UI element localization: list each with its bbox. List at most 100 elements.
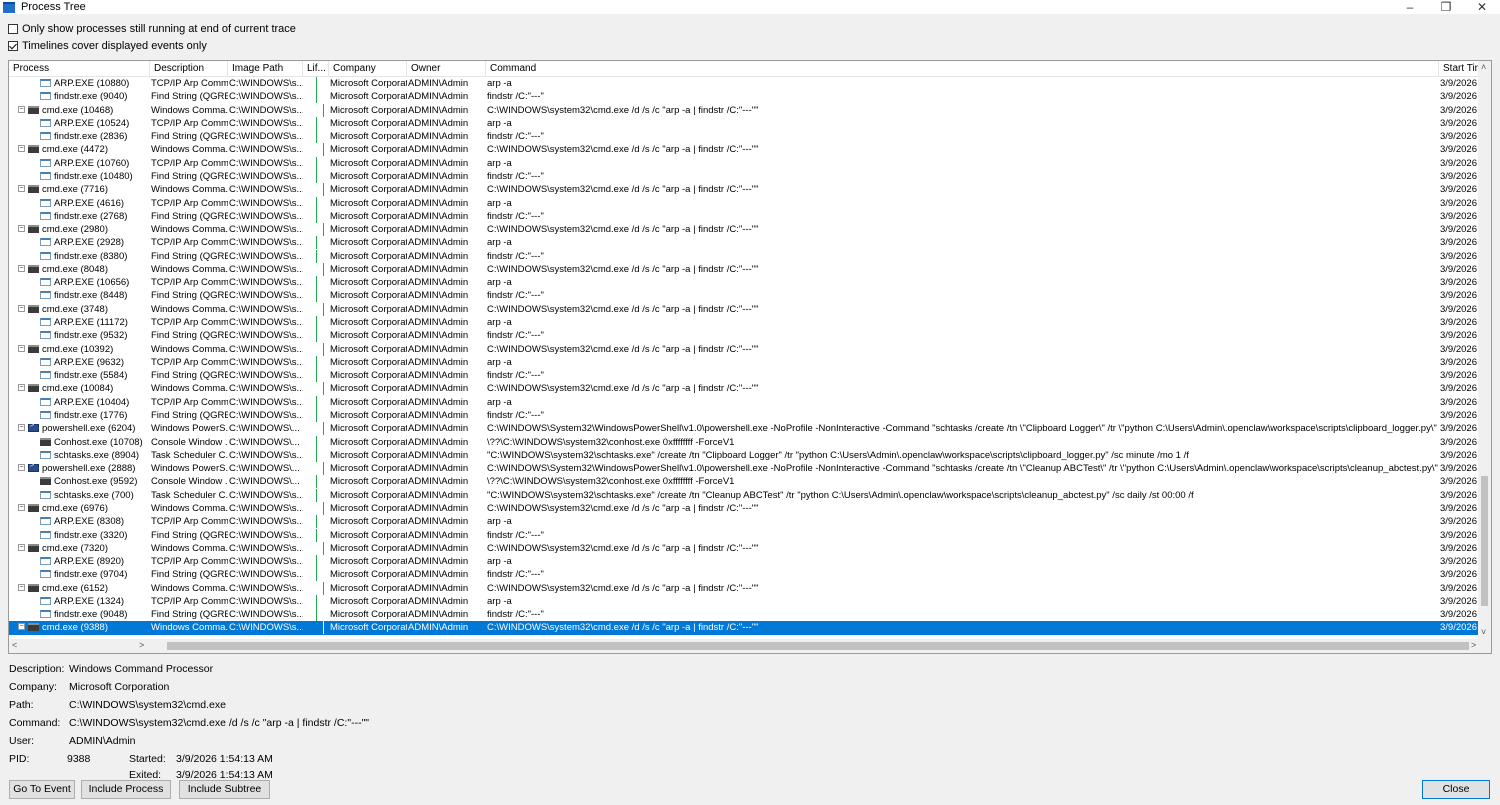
cell-command: C:\WINDOWS\system32\cmd.exe /d /s /c "ar… [487, 383, 759, 395]
cell-company: Microsoft Corporat... [330, 396, 407, 408]
table-row[interactable]: − cmd.exe (6976) Windows Comma... C:\WINDOW… [9, 501, 1479, 515]
cell-process: findstr.exe (9040) [54, 91, 128, 103]
table-row[interactable]: − cmd.exe (6152) Windows Comma... C:\WINDOW… [9, 581, 1479, 595]
collapse-icon[interactable]: − [18, 185, 25, 193]
table-row[interactable]: − cmd.exe (10468) Windows Comma... C:\WINDO… [9, 103, 1479, 117]
scroll-down-icon[interactable]: ˅ [1481, 627, 1486, 637]
collapse-icon[interactable]: − [18, 543, 25, 551]
cell-command: arp -a [487, 556, 512, 568]
restore-icon[interactable]: ❐ [1428, 0, 1464, 14]
table-row[interactable]: − cmd.exe (7716) Windows Comma... C:\WINDOW… [9, 183, 1479, 197]
column-header-start-time[interactable]: Start Time [1439, 61, 1479, 76]
scroll-right-icon[interactable]: ˃ [1471, 640, 1476, 650]
table-row[interactable]: − cmd.exe (8048) Windows Comma... C:\WINDOW… [9, 262, 1479, 276]
table-row[interactable]: findstr.exe (8448) Find String (QGRE...C:… [9, 289, 1479, 303]
table-row[interactable]: − cmd.exe (10392) Windows Comma... C:\WINDO… [9, 342, 1479, 356]
table-row[interactable]: ARP.EXE (10880) TCP/IP Arp Comm...C:\WIND… [9, 77, 1479, 90]
collapse-icon[interactable]: − [18, 105, 25, 113]
collapse-icon[interactable]: − [18, 384, 25, 392]
table-row[interactable]: findstr.exe (5584) Find String (QGRE...C:… [9, 369, 1479, 383]
scroll-left-icon[interactable]: ˂ [12, 640, 17, 650]
table-row[interactable]: ARP.EXE (10656) TCP/IP Arp Comm...C:\WIND… [9, 276, 1479, 290]
table-row[interactable]: findstr.exe (9040) Find String (QGRE...C:… [9, 90, 1479, 104]
column-header-lifetime[interactable]: Lif... [303, 61, 329, 76]
include-subtree-button[interactable]: Include Subtree [179, 780, 270, 799]
table-row[interactable]: schtasks.exe (700) Task Scheduler C... C:\… [9, 488, 1479, 502]
table-row[interactable]: Conhost.exe (9592) Console Window ... C:\W… [9, 475, 1479, 489]
lifetime-bar [316, 475, 317, 489]
collapse-icon[interactable]: − [18, 424, 25, 432]
vertical-scrollbar[interactable]: ˄ ˅ [1478, 61, 1491, 639]
collapse-icon[interactable]: − [18, 623, 25, 631]
table-row[interactable]: findstr.exe (9704) Find String (QGRE...C:… [9, 568, 1479, 582]
scroll-left-frozen-icon[interactable]: ˃ [139, 640, 144, 650]
table-row[interactable]: findstr.exe (9532) Find String (QGRE...C:… [9, 329, 1479, 343]
timelines-option[interactable]: Timelines cover displayed events only [8, 39, 207, 53]
table-row[interactable]: findstr.exe (8380) Find String (QGRE...C:… [9, 249, 1479, 263]
table-row[interactable]: ARP.EXE (10404) TCP/IP Arp Comm...C:\WIND… [9, 395, 1479, 409]
column-header-command[interactable]: Command [486, 61, 1439, 76]
table-row[interactable]: − cmd.exe (7320) Windows Comma... C:\WINDOW… [9, 541, 1479, 555]
table-row[interactable]: ARP.EXE (8308) TCP/IP Arp Comm...C:\WINDO… [9, 515, 1479, 529]
column-header-description[interactable]: Description [150, 61, 228, 76]
column-header-process[interactable]: Process [9, 61, 150, 76]
close-button[interactable]: Close [1422, 780, 1490, 799]
cell-company: Microsoft Corporat... [330, 542, 407, 554]
table-row[interactable]: −powershell.exe (6204)Windows PowerS...C… [9, 422, 1479, 436]
cell-description: TCP/IP Arp Comm... [151, 356, 228, 368]
table-row[interactable]: findstr.exe (2768) Find String (QGRE...C:… [9, 209, 1479, 223]
cell-process: ARP.EXE (1324) [54, 595, 125, 607]
collapse-icon[interactable]: − [18, 464, 25, 472]
close-window-icon[interactable]: ✕ [1464, 0, 1500, 14]
table-row[interactable]: ARP.EXE (8920) TCP/IP Arp Comm...C:\WINDO… [9, 555, 1479, 569]
only-running-checkbox[interactable] [8, 24, 18, 34]
table-row[interactable]: findstr.exe (9048) Find String (QGRE...C:… [9, 608, 1479, 622]
cell-description: TCP/IP Arp Comm... [151, 556, 228, 568]
minimize-icon[interactable]: – [1392, 0, 1428, 14]
table-row[interactable]: schtasks.exe (8904) Task Scheduler C... C:… [9, 448, 1479, 462]
table-row[interactable]: − cmd.exe (10084) Windows Comma... C:\WINDO… [9, 382, 1479, 396]
table-row[interactable]: − cmd.exe (4472) Windows Comma... C:\WINDOW… [9, 143, 1479, 157]
cell-start-time: 3/9/2026 [1440, 542, 1477, 554]
table-row[interactable]: ARP.EXE (9632) TCP/IP Arp Comm...C:\WINDO… [9, 355, 1479, 369]
timelines-checkbox[interactable] [8, 41, 18, 51]
collapse-icon[interactable]: − [18, 264, 25, 272]
cell-description: Windows Comma... [151, 502, 228, 514]
collapse-icon[interactable]: − [18, 145, 25, 153]
column-header-owner[interactable]: Owner [407, 61, 486, 76]
collapse-icon[interactable]: − [18, 304, 25, 312]
column-header-company[interactable]: Company [329, 61, 407, 76]
table-row[interactable]: Conhost.exe (10708) Console Window ... C:\… [9, 435, 1479, 449]
process-tree-grid[interactable]: Process Description Image Path Lif... Co… [8, 60, 1492, 654]
table-row[interactable]: findstr.exe (1776) Find String (QGRE...C:… [9, 409, 1479, 422]
collapse-icon[interactable]: − [18, 344, 25, 352]
vertical-scroll-thumb[interactable] [1481, 476, 1488, 606]
table-row[interactable]: ARP.EXE (10524) TCP/IP Arp Comm...C:\WIND… [9, 116, 1479, 130]
table-row[interactable]: findstr.exe (2836) Find String (QGRE...C:… [9, 130, 1479, 144]
only-running-option[interactable]: Only show processes still running at end… [8, 22, 296, 36]
table-row[interactable]: ARP.EXE (10760) TCP/IP Arp Comm...C:\WIND… [9, 156, 1479, 170]
table-row[interactable]: −powershell.exe (2888)Windows PowerS...C… [9, 462, 1479, 476]
scroll-up-icon[interactable]: ˄ [1481, 62, 1486, 72]
table-row[interactable]: − cmd.exe (2980) Windows Comma... C:\WINDOW… [9, 223, 1479, 237]
collapse-icon[interactable]: − [18, 583, 25, 591]
table-row[interactable]: findstr.exe (3320) Find String (QGRE...C:… [9, 528, 1479, 542]
cell-process: findstr.exe (10480) [54, 170, 133, 182]
table-row[interactable]: − cmd.exe (9388) Windows Comma... C:\WINDOW… [9, 621, 1479, 635]
collapse-icon[interactable]: − [18, 225, 25, 233]
cell-company: Microsoft Corporat... [330, 277, 407, 289]
table-row[interactable]: findstr.exe (10480) Find String (QGRE...C… [9, 169, 1479, 183]
horizontal-scroll-thumb[interactable] [167, 642, 1469, 650]
lifetime-bar [316, 448, 317, 462]
go-to-event-button[interactable]: Go To Event [9, 780, 75, 799]
column-header-image-path[interactable]: Image Path [228, 61, 303, 76]
include-process-button[interactable]: Include Process [81, 780, 171, 799]
cell-owner: ADMIN\Admin [408, 449, 469, 461]
collapse-icon[interactable]: − [18, 503, 25, 511]
table-row[interactable]: ARP.EXE (1324) TCP/IP Arp Comm...C:\WINDO… [9, 594, 1479, 608]
table-row[interactable]: ARP.EXE (4616) TCP/IP Arp Comm...C:\WINDO… [9, 196, 1479, 210]
table-row[interactable]: − cmd.exe (3748) Windows Comma... C:\WINDOW… [9, 302, 1479, 316]
horizontal-scrollbar[interactable]: ˂ ˃ ˃ [9, 639, 1491, 653]
table-row[interactable]: ARP.EXE (11172) TCP/IP Arp Comm...C:\WIND… [9, 316, 1479, 330]
table-row[interactable]: ARP.EXE (2928) TCP/IP Arp Comm...C:\WINDO… [9, 236, 1479, 250]
